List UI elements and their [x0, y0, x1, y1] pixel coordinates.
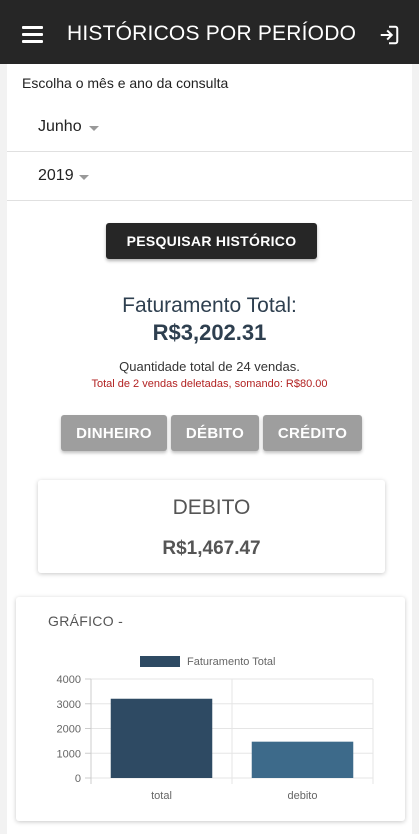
- revenue-label: Faturamento Total:: [122, 294, 297, 317]
- deleted-sales: Total de 2 vendas deletadas, somando: R$…: [91, 378, 328, 390]
- cash-button[interactable]: DINHEIRO: [61, 415, 167, 451]
- month-value: Junho: [38, 118, 82, 135]
- main-content: Escolha o mês e ano da consulta Junho 20…: [7, 64, 412, 834]
- credit-button[interactable]: CRÉDITO: [263, 415, 362, 451]
- sales-quantity: Quantidade total de 24 vendas.: [119, 359, 300, 374]
- year-value: 2019: [38, 167, 74, 184]
- y-tick-label: 3000: [57, 699, 81, 711]
- logout-icon[interactable]: [378, 24, 400, 46]
- selected-payment-card: DEBITO R$1,467.47: [38, 480, 385, 573]
- chevron-down-icon: [79, 175, 89, 180]
- y-tick-label: 4000: [57, 674, 81, 686]
- app-bar: HISTÓRICOS POR PERÍODO: [0, 0, 419, 64]
- month-select[interactable]: Junho: [7, 104, 412, 152]
- debit-button[interactable]: DÉBITO: [171, 415, 259, 451]
- x-tick-label: debito: [288, 790, 318, 802]
- y-tick-label: 1000: [57, 748, 81, 760]
- bar-total: [110, 698, 213, 778]
- chevron-down-icon: [89, 126, 99, 131]
- page-title: HISTÓRICOS POR PERÍODO: [67, 22, 357, 45]
- x-tick-label: total: [151, 790, 172, 802]
- search-history-button[interactable]: PESQUISAR HISTÓRICO: [106, 223, 317, 259]
- revenue-value: R$3,202.31: [152, 320, 267, 345]
- year-select[interactable]: 2019: [7, 153, 412, 201]
- bar-debito: [251, 741, 354, 778]
- card-title: DEBITO: [172, 496, 251, 519]
- chart-card: GRÁFICO - Faturamento Total 0 1000 2000 3000…: [16, 597, 405, 821]
- menu-icon[interactable]: [22, 26, 43, 43]
- period-prompt: Escolha o mês e ano da consulta: [22, 75, 229, 91]
- card-value: R$1,467.47: [162, 538, 261, 559]
- legend-label: Faturamento Total: [187, 656, 275, 668]
- y-tick-label: 0: [75, 773, 81, 785]
- bar-chart: Faturamento Total 0 1000 2000 3000 4000 total d…: [57, 656, 374, 802]
- legend-swatch: [140, 656, 180, 667]
- y-tick-label: 2000: [57, 724, 81, 736]
